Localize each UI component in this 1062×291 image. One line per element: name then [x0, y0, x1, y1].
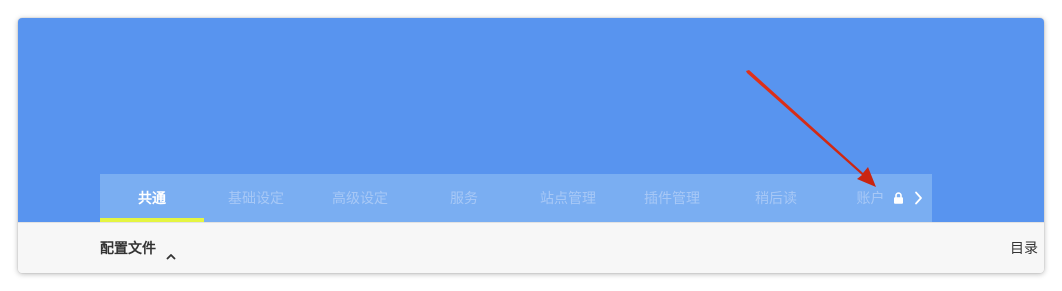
tab-label: 基础设定 [228, 191, 284, 207]
tab-basic-settings[interactable]: 基础设定 [204, 174, 308, 222]
tab-label: 插件管理 [644, 191, 700, 207]
tab-plugin-management[interactable]: 插件管理 [620, 174, 724, 222]
bottom-toolbar: 配置文件 目录 [18, 222, 1044, 273]
chevron-up-icon [166, 245, 176, 259]
profile-label: 配置文件 [100, 241, 156, 257]
settings-tab-bar: 共通 基础设定 高级设定 服务 站点管理 插件管理 稍后读 账户 [100, 174, 932, 222]
tab-common[interactable]: 共通 [100, 174, 204, 222]
tab-label: 账户 [856, 191, 885, 207]
tab-label: 站点管理 [540, 191, 596, 207]
tab-services[interactable]: 服务 [412, 174, 516, 222]
table-of-contents-button[interactable]: 目录 [1010, 223, 1038, 273]
settings-window: 共通 基础设定 高级设定 服务 站点管理 插件管理 稍后读 账户 配置文件 目录 [18, 18, 1044, 273]
tab-label: 高级设定 [332, 191, 388, 207]
header-banner: 共通 基础设定 高级设定 服务 站点管理 插件管理 稍后读 账户 [18, 18, 1044, 222]
tab-label: 服务 [450, 191, 478, 207]
tab-read-later[interactable]: 稍后读 [724, 174, 828, 222]
lock-icon [893, 192, 904, 204]
tab-label: 稍后读 [755, 191, 797, 207]
profile-toggle-button[interactable]: 配置文件 [100, 223, 176, 273]
tab-advanced-settings[interactable]: 高级设定 [308, 174, 412, 222]
tab-site-management[interactable]: 站点管理 [516, 174, 620, 222]
tab-label: 共通 [138, 191, 166, 207]
chevron-right-icon[interactable] [904, 174, 932, 222]
